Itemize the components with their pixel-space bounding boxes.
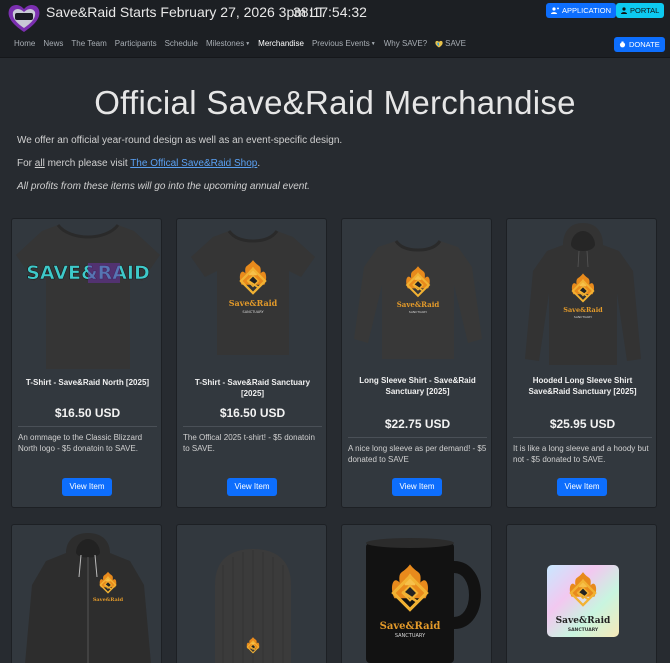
mug-image: Save&Raid SANCTUARY (366, 538, 481, 663)
product-card-sticker: Save&Raid SANCTUARY (506, 524, 657, 663)
nav-why-save[interactable]: Why SAVE? (384, 39, 427, 48)
product-card-mug: Save&Raid SANCTUARY (341, 524, 492, 663)
intro-suffix: . (257, 158, 261, 169)
nav-merchandise[interactable]: Merchandise (258, 39, 304, 48)
divider (183, 426, 322, 427)
product-price: $16.50 USD (54, 406, 121, 420)
long-sleeve-image: Save&Raid SANCTUARY (354, 240, 482, 359)
nav-schedule[interactable]: Schedule (165, 39, 198, 48)
product-description: An ommage to the Classic Blizzard North … (18, 433, 143, 453)
product-price: $25.95 USD (549, 417, 616, 431)
top-navbar: Save&Raid Starts February 27, 2026 3pm L… (0, 0, 670, 58)
portal-button[interactable]: PORTAL (616, 3, 665, 18)
view-item-button[interactable]: View Item (227, 478, 277, 496)
sanctuary-logo-subtext: SANCTUARY (574, 315, 592, 319)
person-icon (621, 7, 627, 14)
sanctuary-tshirt-image: Save&Raid SANCTUARY (191, 230, 315, 355)
application-button[interactable]: APPLICATION (546, 3, 617, 18)
nav-milestones-dropdown[interactable]: Milestones▼ (206, 39, 250, 48)
product-name: Long Sleeve Shirt - Save&Raid Sanctuary … (359, 376, 476, 396)
beanie-image (215, 549, 291, 663)
nav-previous-events-dropdown[interactable]: Previous Events▼ (312, 39, 376, 48)
intro-mid: merch please visit (44, 158, 131, 169)
event-start-banner: Save&Raid Starts February 27, 2026 3pm L… (46, 4, 326, 20)
sanctuary-logo-subtext: SANCTUARY (242, 310, 264, 314)
product-description: The Offical 2025 t-shirt! - $5 donatoin … (183, 433, 315, 453)
product-card-zip-hoodie: Save&Raid (11, 524, 162, 663)
sanctuary-logo-text: Save&Raid (556, 616, 611, 626)
sanctuary-logo-text: Save&Raid (397, 300, 440, 309)
application-label: APPLICATION (562, 6, 612, 15)
user-plus-icon (551, 7, 559, 14)
intro-text-designs: We offer an official year-round design a… (17, 135, 343, 146)
product-description: A nice long sleeve as per demand! - $5 d… (348, 444, 487, 464)
product-card-beanie (176, 524, 327, 663)
sanctuary-logo-text: Save&Raid (563, 306, 603, 314)
save-and-raid-logo[interactable] (6, 2, 42, 34)
north-tshirt-image: SAVE&RAID (16, 224, 160, 369)
nav-save-label: SAVE (445, 39, 466, 48)
product-name: Hooded Long Sleeve Shirt Save&Raid Sanct… (528, 376, 637, 396)
main-nav: Home News The Team Participants Schedule… (14, 39, 474, 48)
donate-label: DONATE (629, 40, 660, 49)
donate-button[interactable]: DONATE (614, 37, 665, 52)
intro-text-shop: For all merch please visit The Offical S… (17, 158, 260, 169)
nav-news[interactable]: News (43, 39, 63, 48)
zip-hoodie-image: Save&Raid (25, 533, 151, 663)
nav-milestones-label: Milestones (205, 39, 245, 48)
intro-text-profits: All profits from these items will go int… (17, 181, 310, 192)
divider (513, 437, 652, 438)
product-card-long-sleeve: Save&Raid SANCTUARY Long Sleeve Shirt - … (341, 218, 492, 508)
product-price: $16.50 USD (219, 406, 286, 420)
sanctuary-logo-text: Save&Raid (93, 597, 124, 603)
sanctuary-logo-text: Save&Raid (380, 621, 441, 632)
sanctuary-logo-subtext: SANCTUARY (409, 310, 427, 314)
product-card-north-tshirt: SAVE&RAID T-Shirt - Save&Raid North [202… (11, 218, 162, 508)
nav-participants[interactable]: Participants (115, 39, 157, 48)
view-item-button[interactable]: View Item (62, 478, 112, 496)
product-price: $22.75 USD (384, 417, 451, 431)
intro-prefix: For (17, 158, 35, 169)
nav-previous-events-label: Previous Events (311, 39, 370, 48)
hooded-long-sleeve-image: Save&Raid SANCTUARY (525, 223, 641, 365)
product-card-hooded-long-sleeve: Save&Raid SANCTUARY Hooded Long Sleeve S… (506, 218, 657, 508)
intro-all: all (34, 158, 45, 169)
nav-the-team[interactable]: The Team (71, 39, 106, 48)
view-item-button[interactable]: View Item (392, 478, 442, 496)
sanctuary-logo-text: Save&Raid (229, 298, 278, 308)
product-description: It is like a long sleeve and a hoody but… (513, 444, 649, 464)
nav-home[interactable]: Home (14, 39, 35, 48)
sticker-image: Save&Raid SANCTUARY (547, 565, 619, 637)
portal-label: PORTAL (630, 6, 660, 15)
product-name: T-Shirt - Save&Raid Sanctuary [2025] (194, 378, 311, 398)
sanctuary-logo-subtext: SANCTUARY (568, 627, 599, 633)
divider (348, 437, 487, 438)
divider (18, 426, 157, 427)
product-name: T-Shirt - Save&Raid North [2025] (25, 378, 150, 387)
sanctuary-logo-subtext: SANCTUARY (395, 633, 426, 639)
view-item-button[interactable]: View Item (557, 478, 607, 496)
nav-save[interactable]: SAVE (435, 39, 466, 48)
event-countdown: 38:17:54:32 (293, 4, 367, 20)
shop-link[interactable]: The Offical Save&Raid Shop (130, 158, 257, 169)
chevron-down-icon: ▼ (370, 40, 376, 47)
chevron-down-icon: ▼ (245, 40, 251, 47)
save-heart-icon (435, 40, 443, 48)
piggy-bank-icon (619, 41, 626, 48)
page-title: Official Save&Raid Merchandise (94, 84, 576, 121)
product-card-sanctuary-tshirt: Save&Raid SANCTUARY T-Shirt - Save&Raid … (176, 218, 327, 508)
